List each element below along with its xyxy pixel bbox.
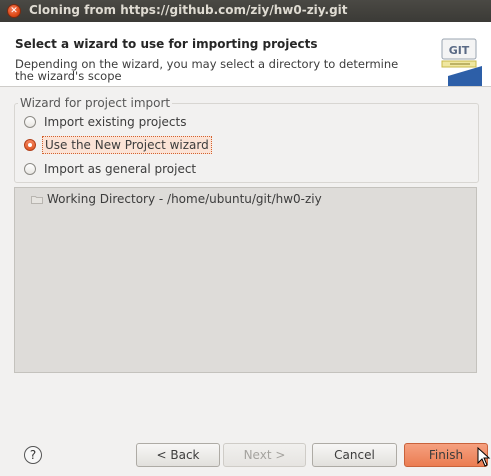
radio-button[interactable] <box>24 163 36 175</box>
close-button[interactable]: ✕ <box>7 4 21 18</box>
mouse-pointer-icon <box>477 447 491 467</box>
help-icon: ? <box>29 448 37 462</box>
help-button[interactable]: ? <box>24 446 42 464</box>
radio-label: Use the New Project wizard <box>42 136 212 154</box>
radio-button-selected[interactable] <box>24 139 36 151</box>
radio-import-general[interactable]: Import as general project <box>24 160 198 178</box>
next-button[interactable]: Next > <box>223 443 306 467</box>
radio-label: Import as general project <box>44 162 197 176</box>
git-logo-text: GIT <box>449 44 470 57</box>
page-description: Depending on the wizard, you may select … <box>15 57 399 83</box>
window-title: Cloning from https://github.com/ziy/hw0-… <box>29 3 348 17</box>
wizard-header: Select a wizard to use for importing pro… <box>0 22 491 87</box>
git-logo-icon: GIT <box>441 38 482 86</box>
folder-icon <box>31 195 43 204</box>
close-icon: ✕ <box>10 6 18 16</box>
window-titlebar: ✕ Cloning from https://github.com/ziy/hw… <box>0 0 491 22</box>
radio-import-existing[interactable]: Import existing projects <box>24 113 188 131</box>
page-title: Select a wizard to use for importing pro… <box>15 37 318 51</box>
radio-new-project-wizard[interactable]: Use the New Project wizard <box>24 136 212 154</box>
finish-button[interactable]: Finish <box>404 443 488 467</box>
tree-item-label: Working Directory - /home/ubuntu/git/hw0… <box>47 192 322 206</box>
wizard-group-legend: Wizard for project import <box>18 96 173 110</box>
tree-item-working-directory[interactable]: Working Directory - /home/ubuntu/git/hw0… <box>31 192 322 206</box>
radio-label: Import existing projects <box>44 115 187 129</box>
directory-tree[interactable]: Working Directory - /home/ubuntu/git/hw0… <box>14 187 477 373</box>
cancel-button[interactable]: Cancel <box>312 443 397 467</box>
radio-button[interactable] <box>24 116 36 128</box>
back-button[interactable]: < Back <box>136 443 220 467</box>
